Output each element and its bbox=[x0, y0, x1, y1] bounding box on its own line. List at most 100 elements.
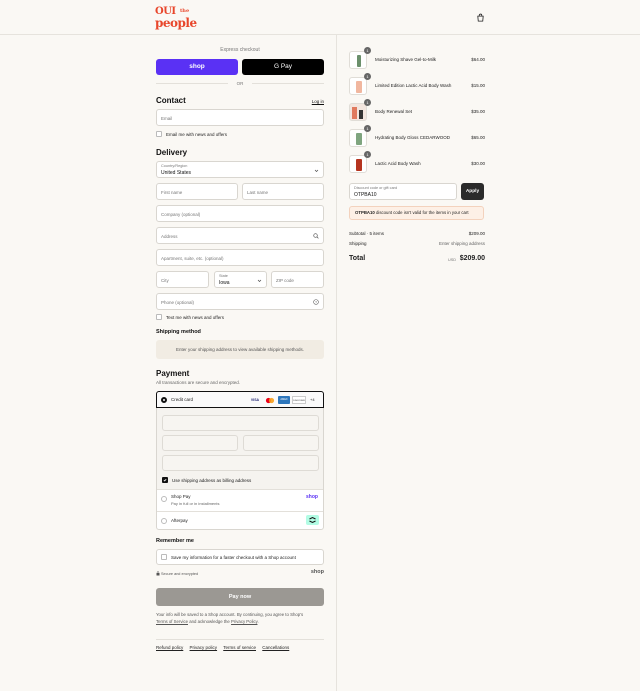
state-select[interactable]: State Iowa bbox=[214, 271, 267, 288]
shipping-label: Shipping bbox=[349, 241, 367, 246]
phone-field[interactable]: Phone (optional) ? bbox=[156, 293, 324, 310]
card-number-field[interactable] bbox=[162, 415, 319, 431]
shop-pay-radio[interactable] bbox=[161, 496, 167, 502]
cart-item: 1 Limited Edition Lactic Acid Body Wash … bbox=[348, 73, 485, 96]
last-name-placeholder: Last name bbox=[247, 190, 269, 195]
state-value: Iowa bbox=[219, 280, 230, 286]
currency-code: USD bbox=[447, 258, 456, 262]
amex-icon: AMEX bbox=[278, 396, 290, 404]
lock-icon bbox=[156, 571, 160, 576]
total-value: $209.00 bbox=[459, 255, 485, 262]
zip-field[interactable]: ZIP code bbox=[271, 271, 324, 288]
payment-heading: Payment bbox=[156, 369, 190, 378]
delivery-heading: Delivery bbox=[156, 148, 188, 157]
address-field[interactable]: Address bbox=[156, 227, 324, 244]
refund-policy-link[interactable]: Refund policy bbox=[156, 645, 183, 650]
shipping-notice: Enter your shipping address to view avai… bbox=[156, 340, 324, 359]
first-name-field[interactable]: First name bbox=[156, 183, 238, 200]
contact-heading: Contact bbox=[156, 96, 186, 105]
city-field[interactable]: City bbox=[156, 271, 209, 288]
last-name-field[interactable]: Last name bbox=[242, 183, 324, 200]
email-news-label: Email me with news and offers bbox=[166, 132, 227, 137]
product-price: $65.00 bbox=[471, 135, 485, 140]
card-details-panel: Use shipping address as billing address bbox=[157, 408, 323, 489]
product-name: Limited Edition Lactic Acid Body Wash bbox=[375, 83, 452, 88]
terms-link[interactable]: Terms of Service bbox=[156, 619, 188, 624]
apply-button[interactable]: Apply bbox=[461, 183, 484, 200]
cancellations-link[interactable]: Cancellations bbox=[262, 645, 289, 650]
remember-me-checkbox[interactable] bbox=[161, 554, 167, 560]
product-name: Body Renewal Set bbox=[375, 109, 413, 114]
shop-pay-option[interactable]: Shop Pay Pay in full or in installments … bbox=[157, 489, 323, 511]
product-thumbnail bbox=[349, 77, 367, 95]
subtotal-value: $209.00 bbox=[468, 231, 485, 236]
first-name-placeholder: First name bbox=[161, 190, 183, 195]
company-field[interactable]: Company (optional) bbox=[156, 205, 324, 222]
subtotal-label: Subtotal · 5 items bbox=[349, 231, 385, 236]
email-placeholder: Email bbox=[161, 116, 173, 121]
or-divider-left bbox=[156, 83, 228, 84]
phone-placeholder: Phone (optional) bbox=[161, 300, 195, 305]
legal-and: and acknowledge the bbox=[189, 618, 230, 624]
quantity-badge: 1 bbox=[364, 125, 371, 132]
email-field[interactable]: Email bbox=[156, 109, 324, 126]
quantity-badge: 1 bbox=[364, 47, 371, 54]
text-news-label: Text me with news and offers bbox=[166, 315, 224, 320]
privacy-link[interactable]: Privacy Policy bbox=[231, 619, 257, 624]
credit-card-option[interactable]: Credit card VISA AMEX DISCOVER +4 bbox=[156, 391, 324, 408]
shop-pay-express-button[interactable]: shop bbox=[156, 59, 238, 75]
total-label: Total bbox=[349, 255, 366, 262]
afterpay-icon bbox=[306, 515, 319, 525]
product-price: $64.00 bbox=[471, 57, 485, 62]
discount-field[interactable]: Discount code or gift card OTPBA10 bbox=[349, 183, 457, 200]
city-placeholder: City bbox=[161, 278, 169, 283]
cart-item: 1 Hydrating Body Gloss CEDARWOOD $65.00 bbox=[348, 125, 485, 148]
svg-text:?: ? bbox=[315, 300, 317, 304]
more-cards-text: +4 bbox=[310, 397, 315, 402]
security-code-field[interactable] bbox=[243, 435, 319, 451]
discount-label: Discount code or gift card bbox=[354, 186, 398, 190]
expiration-field[interactable] bbox=[162, 435, 238, 451]
shipping-value: Enter shipping address bbox=[438, 241, 485, 246]
name-on-card-field[interactable] bbox=[162, 455, 319, 471]
brand-logo[interactable]: OUI the people bbox=[155, 7, 207, 30]
country-select[interactable]: Country/Region United States bbox=[156, 161, 324, 178]
apartment-placeholder: Apartment, suite, etc. (optional) bbox=[161, 256, 224, 261]
remember-me-heading: Remember me bbox=[156, 538, 194, 544]
credit-card-radio[interactable] bbox=[161, 397, 167, 403]
or-text: OR bbox=[236, 81, 244, 86]
search-icon bbox=[313, 233, 319, 239]
product-price: $30.00 bbox=[471, 161, 485, 166]
billing-checkbox[interactable] bbox=[162, 477, 168, 483]
apartment-field[interactable]: Apartment, suite, etc. (optional) bbox=[156, 249, 324, 266]
afterpay-radio[interactable] bbox=[161, 518, 167, 524]
or-divider-right bbox=[252, 83, 324, 84]
afterpay-option[interactable]: Afterpay bbox=[157, 511, 323, 529]
chevron-down-icon bbox=[314, 169, 319, 172]
address-placeholder: Address bbox=[161, 234, 178, 239]
login-link[interactable]: Log in bbox=[312, 99, 324, 104]
pay-now-button[interactable]: Pay now bbox=[156, 588, 324, 606]
shopping-bag-icon[interactable] bbox=[476, 13, 485, 22]
terms-of-service-link[interactable]: Terms of service bbox=[223, 645, 256, 650]
text-news-checkbox[interactable] bbox=[156, 314, 162, 320]
email-news-checkbox[interactable] bbox=[156, 131, 162, 137]
privacy-policy-link[interactable]: Privacy policy bbox=[190, 645, 218, 650]
mastercard-icon bbox=[264, 397, 276, 404]
google-pay-button[interactable]: G Pay bbox=[242, 59, 324, 75]
logo-line1-small: the bbox=[180, 8, 190, 14]
help-icon[interactable]: ? bbox=[313, 299, 319, 305]
express-checkout-title: Express checkout bbox=[220, 47, 260, 53]
product-price: $15.00 bbox=[471, 83, 485, 88]
checkmark-icon bbox=[163, 478, 167, 482]
cart-item: 1 Moisturizing Shave Gel-to-Milk $64.00 bbox=[348, 47, 485, 70]
product-thumbnail bbox=[349, 129, 367, 147]
shop-logo: shop bbox=[310, 569, 324, 575]
product-thumbnail bbox=[349, 103, 367, 121]
remember-me-label: Save my information for a faster checkou… bbox=[171, 555, 296, 560]
cart-item: 1 Lactic Acid Body Wash $30.00 bbox=[348, 151, 485, 174]
chevron-down-icon bbox=[257, 279, 262, 282]
footer-divider bbox=[156, 639, 324, 640]
visa-icon: VISA bbox=[250, 398, 260, 402]
credit-card-label: Credit card bbox=[171, 397, 194, 402]
